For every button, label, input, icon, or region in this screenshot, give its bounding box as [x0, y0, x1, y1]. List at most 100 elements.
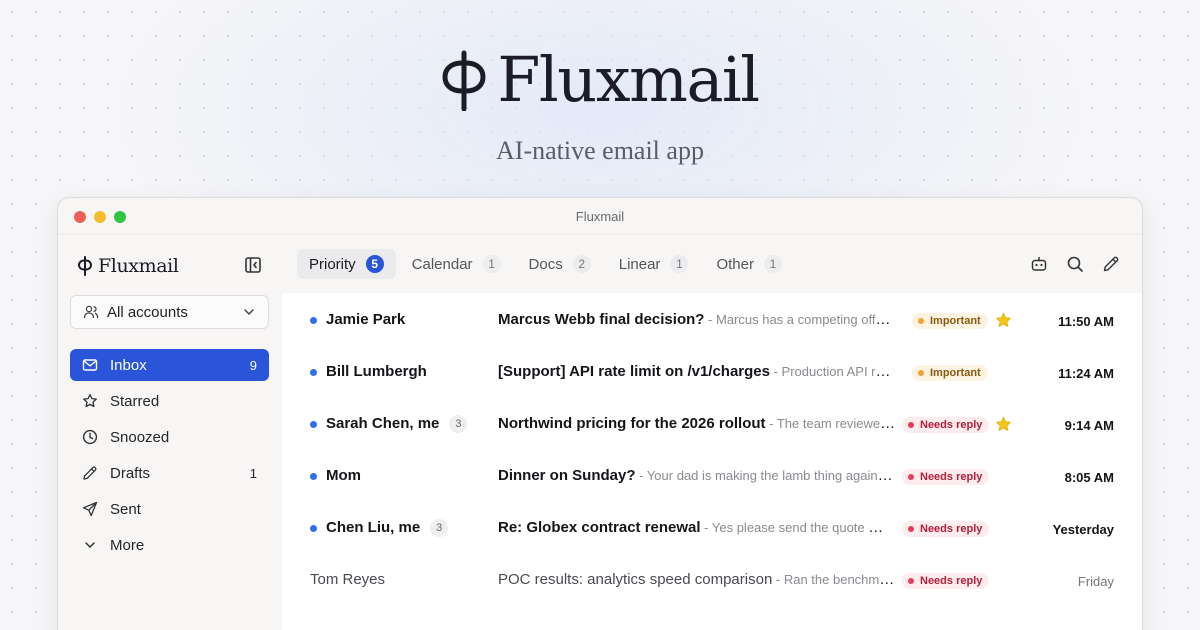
toolbar — [1030, 255, 1120, 273]
email-snippet: - Marcus has a competing offer expiring … — [708, 312, 896, 327]
email-subject: Marcus Webb final decision? — [498, 311, 705, 328]
email-row[interactable]: Chen Liu, me 3 Re: Globex contract renewa… — [282, 501, 1142, 553]
email-time: Yesterday — [1052, 522, 1114, 537]
thread-count: 3 — [430, 519, 449, 537]
sidebar-nav: Inbox 9 Starred Snoozed Drafts 1 Sent Mo… — [70, 349, 269, 565]
email-message: Northwind pricing for the 2026 rollout -… — [498, 415, 896, 432]
pencil-icon — [83, 466, 97, 480]
email-snippet: - Your dad is making the lamb thing agai… — [639, 468, 896, 483]
thread-count: 3 — [449, 415, 468, 433]
send-icon — [82, 501, 98, 517]
tab-label: Calendar — [411, 255, 473, 273]
email-message: [Support] API rate limit on /v1/charges … — [498, 363, 896, 380]
hero-brand: Fluxmail — [441, 43, 760, 116]
sidebar-item-more[interactable]: More — [70, 529, 269, 561]
unread-dot — [310, 525, 317, 532]
email-row[interactable]: Sarah Chen, me 3 Northwind pricing for th… — [282, 397, 1142, 449]
tab-count: 1 — [763, 255, 782, 273]
tab-count: 1 — [670, 255, 689, 273]
email-row[interactable]: Bill Lumbergh [Support] API rate limit o… — [282, 345, 1142, 397]
sidebar-item-count: 9 — [249, 357, 257, 373]
email-message: Marcus Webb final decision? - Marcus has… — [498, 311, 896, 328]
ai-assistant-icon[interactable] — [1030, 255, 1048, 273]
sidebar-item-count: 1 — [249, 465, 257, 481]
unread-dot — [310, 369, 317, 376]
unread-dot — [310, 473, 317, 480]
email-row[interactable]: Jamie Park Marcus Webb final decision? -… — [282, 293, 1142, 345]
sidebar-item-label: More — [110, 536, 145, 554]
label-badge: Important — [912, 313, 988, 329]
email-sender: Tom Reyes — [310, 571, 386, 588]
compose-icon[interactable] — [1102, 255, 1120, 273]
email-snippet: - The team reviewed the proposal — [769, 416, 896, 431]
email-time: 8:05 AM — [1064, 470, 1114, 485]
sidebar-item-label: Drafts — [110, 464, 151, 482]
chevron-down-icon — [244, 309, 254, 315]
email-subject: Northwind pricing for the 2026 rollout — [498, 415, 766, 432]
hero: Fluxmail AI-native email app — [0, 44, 1200, 166]
email-time: 9:14 AM — [1064, 418, 1114, 433]
main-panel: Priority 5 Calendar 1 Docs 2 Linear 1 Ot… — [282, 235, 1142, 630]
email-row[interactable]: Tom Reyes POC results: analytics speed c… — [282, 553, 1142, 605]
sidebar-item-starred[interactable]: Starred — [70, 385, 269, 417]
email-snippet: - Yes please send the quote — we need it… — [704, 520, 896, 535]
sidebar-brand: Fluxmail — [98, 255, 179, 277]
email-message: Dinner on Sunday? - Your dad is making t… — [498, 467, 896, 484]
tabs-bar: Priority 5 Calendar 1 Docs 2 Linear 1 Ot… — [282, 235, 1142, 293]
label-badge: Needs reply — [902, 417, 990, 433]
tab-label: Linear — [618, 255, 661, 273]
category-tabs: Priority 5 Calendar 1 Docs 2 Linear 1 Ot… — [297, 249, 794, 279]
sidebar: Fluxmail All accounts Inbox 9 Starred Sn… — [58, 235, 282, 630]
email-snippet: - Ran the benchmarks — [772, 572, 896, 587]
email-message: Re: Globex contract renewal - Yes please… — [498, 519, 896, 536]
tab-other[interactable]: Other 1 — [704, 249, 794, 279]
star-icon[interactable] — [995, 312, 1012, 329]
tab-label: Other — [716, 255, 754, 273]
sidebar-header: Fluxmail — [78, 254, 270, 278]
sidebar-item-inbox[interactable]: Inbox 9 — [70, 349, 269, 381]
sidebar-item-drafts[interactable]: Drafts 1 — [70, 457, 269, 489]
fluxmail-logo-icon — [78, 256, 92, 276]
tab-count: 5 — [365, 255, 384, 273]
search-icon[interactable] — [1066, 255, 1084, 273]
tab-linear[interactable]: Linear 1 — [607, 249, 701, 279]
email-subject: Dinner on Sunday? — [498, 467, 636, 484]
star-icon — [83, 393, 97, 408]
email-time: 11:50 AM — [1058, 314, 1114, 329]
sidebar-item-sent[interactable]: Sent — [70, 493, 269, 525]
sidebar-item-label: Inbox — [110, 356, 147, 374]
label-badge: Important — [912, 365, 988, 381]
sidebar-item-label: Starred — [110, 392, 160, 410]
app-window: Fluxmail Fluxmail All accounts Inbox 9 S… — [57, 197, 1143, 630]
email-message: POC results: analytics speed comparison … — [498, 571, 896, 588]
account-selector-label: All accounts — [107, 303, 188, 321]
inbox-icon — [82, 359, 98, 371]
tab-priority[interactable]: Priority 5 — [297, 249, 396, 279]
tab-calendar[interactable]: Calendar 1 — [400, 249, 513, 279]
tab-label: Docs — [528, 255, 563, 273]
label-badge: Needs reply — [902, 573, 990, 589]
email-row[interactable]: Mom Dinner on Sunday? - Your dad is maki… — [282, 449, 1142, 501]
sidebar-collapse-icon[interactable] — [244, 256, 262, 274]
email-snippet: - Production API rate limit was exceeded — [773, 364, 896, 379]
email-time: Friday — [1077, 574, 1114, 589]
unread-dot — [310, 317, 317, 324]
tab-label: Priority — [309, 255, 356, 273]
account-selector[interactable]: All accounts — [70, 295, 269, 329]
clock-icon — [82, 429, 98, 445]
unread-dot — [310, 421, 317, 428]
window-title: Fluxmail — [575, 209, 625, 224]
sidebar-item-label: Snoozed — [110, 428, 170, 446]
titlebar: Fluxmail — [58, 198, 1142, 235]
tab-count: 1 — [482, 255, 501, 273]
sidebar-item-snoozed[interactable]: Snoozed — [70, 421, 269, 453]
star-icon[interactable] — [995, 416, 1012, 433]
tab-docs[interactable]: Docs 2 — [517, 249, 603, 279]
email-subject: Re: Globex contract renewal — [498, 519, 701, 536]
email-sender: Chen Liu, me 3 — [326, 519, 449, 537]
fluxmail-logo-icon — [442, 50, 486, 111]
email-sender: Jamie Park — [326, 311, 406, 328]
email-sender: Sarah Chen, me 3 — [326, 415, 468, 433]
sidebar-item-label: Sent — [110, 500, 141, 518]
hero-title: Fluxmail — [497, 43, 760, 116]
